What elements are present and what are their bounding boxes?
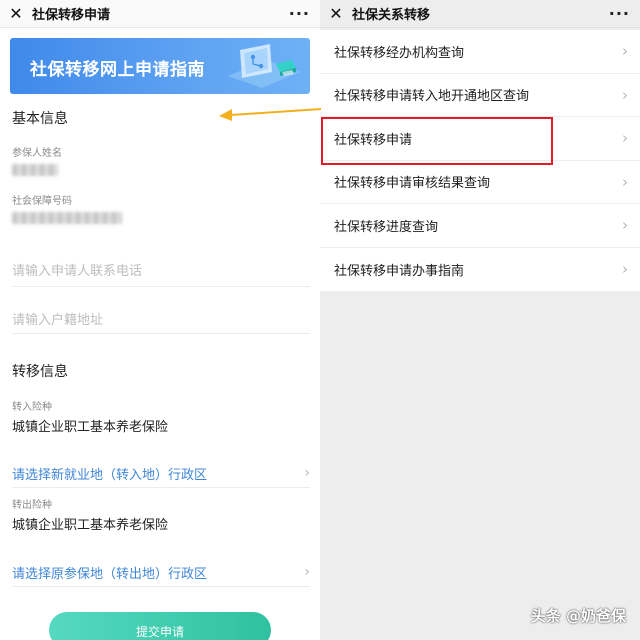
out-type-label: 转出险种: [12, 500, 52, 511]
submit-button[interactable]: 提交申请: [49, 612, 271, 640]
in-type-label: 转入险种: [12, 402, 52, 413]
transfer-info-heading: 转移信息: [12, 364, 68, 380]
out-region-select[interactable]: 请选择原参保地（转出地）行政区 ›: [12, 561, 310, 583]
menu-item-label: 社保转移申请审核结果查询: [334, 176, 491, 192]
page-title: 社保转移申请: [32, 8, 111, 23]
chevron-right-icon: ›: [622, 42, 628, 61]
ss-number-label: 社会保障号码: [12, 196, 72, 207]
divider: [12, 286, 310, 287]
menu-item-region-query[interactable]: 社保转移申请转入地开通地区查询 ›: [320, 74, 640, 117]
out-region-select-label: 请选择原参保地（转出地）行政区: [12, 566, 208, 582]
guide-banner[interactable]: 社保转移网上申请指南: [10, 38, 310, 94]
phone-input[interactable]: 请输入申请人联系电话: [12, 260, 142, 279]
menu-item-progress-query[interactable]: 社保转移进度查询 ›: [320, 204, 640, 248]
menu-item-agency-query[interactable]: 社保转移经办机构查询 ›: [320, 30, 640, 74]
menu-list: 社保转移经办机构查询 › 社保转移申请转入地开通地区查询 › 社保转移申请 › …: [320, 30, 640, 291]
menu-item-label: 社保转移申请转入地开通地区查询: [334, 89, 530, 105]
divider: [12, 487, 310, 488]
menu-item-label: 社保转移申请: [334, 132, 413, 148]
out-type-value: 城镇企业职工基本养老保险: [12, 518, 169, 533]
menu-item-guide[interactable]: 社保转移申请办事指南 ›: [320, 248, 640, 292]
insured-name-label: 参保人姓名: [12, 148, 62, 159]
isometric-illustration-icon: [228, 44, 300, 88]
close-icon[interactable]: ✕: [326, 4, 346, 24]
close-icon[interactable]: ✕: [6, 4, 26, 24]
banner-title: 社保转移网上申请指南: [30, 60, 205, 80]
divider: [12, 586, 310, 587]
chevron-right-icon: ›: [622, 216, 628, 235]
chevron-right-icon: ›: [304, 564, 310, 580]
left-title-bar: ✕ 社保转移申请 ···: [0, 0, 320, 28]
left-screen: ✕ 社保转移申请 ··· 社保转移网上申请指南 基本信息 参保人姓名 社会保障号…: [0, 0, 320, 640]
watermark: 头条 @奶爸保: [530, 607, 626, 625]
chevron-right-icon: ›: [304, 465, 310, 481]
insured-name-redacted: [12, 164, 58, 176]
chevron-right-icon: ›: [622, 260, 628, 279]
submit-button-label: 提交申请: [135, 625, 184, 639]
ss-number-redacted: [12, 212, 122, 224]
right-screen: ✕ 社保关系转移 ··· 社保转移经办机构查询 › 社保转移申请转入地开通地区查…: [320, 0, 640, 640]
divider: [12, 333, 310, 334]
chevron-right-icon: ›: [622, 172, 628, 191]
more-icon[interactable]: ···: [609, 4, 630, 23]
chevron-right-icon: ›: [622, 129, 628, 148]
address-input[interactable]: 请输入户籍地址: [12, 309, 103, 328]
page-title: 社保关系转移: [352, 8, 431, 23]
in-type-value: 城镇企业职工基本养老保险: [12, 420, 169, 435]
in-region-select[interactable]: 请选择新就业地（转入地）行政区 ›: [12, 462, 310, 484]
more-icon[interactable]: ···: [289, 4, 310, 23]
right-title-bar: ✕ 社保关系转移 ···: [320, 0, 640, 28]
menu-item-review-result[interactable]: 社保转移申请审核结果查询 ›: [320, 161, 640, 204]
chevron-right-icon: ›: [622, 85, 628, 104]
basic-info-heading: 基本信息: [12, 111, 68, 127]
in-region-select-label: 请选择新就业地（转入地）行政区: [12, 467, 208, 483]
menu-item-transfer-apply[interactable]: 社保转移申请 ›: [320, 117, 640, 161]
menu-item-label: 社保转移申请办事指南: [334, 263, 465, 279]
menu-item-label: 社保转移进度查询: [334, 219, 439, 235]
menu-item-label: 社保转移经办机构查询: [334, 45, 465, 61]
